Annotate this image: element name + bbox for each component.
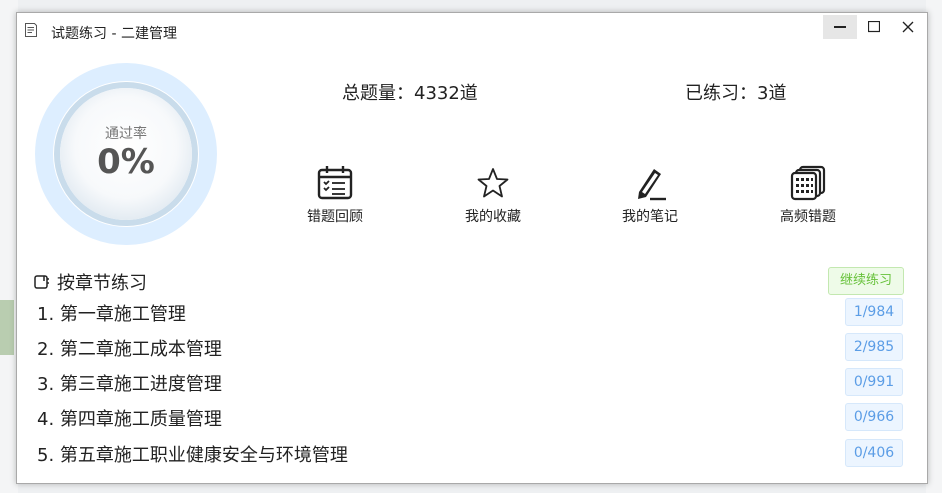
maximize-button[interactable] — [857, 15, 891, 39]
chapter-name: 4. 第四章施工质量管理 — [37, 409, 222, 430]
pass-rate-gauge: 通过率 0% — [35, 63, 217, 245]
chapter-name: 3. 第三章施工进度管理 — [37, 374, 222, 395]
wrong-review-button[interactable]: 错题回顾 — [275, 163, 395, 233]
chapter-name: 2. 第二章施工成本管理 — [37, 339, 222, 360]
total-questions: 总题量：4332道 — [342, 83, 478, 104]
chapter-name: 1. 第一章施工管理 — [37, 304, 186, 325]
window-title: 试题练习 - 二建管理 — [51, 26, 177, 42]
section-title: 按章节练习 — [57, 273, 147, 294]
close-icon — [902, 21, 914, 33]
maximize-icon — [868, 21, 880, 33]
notes-label: 我的笔记 — [622, 209, 678, 225]
continue-practice-button[interactable]: 继续练习 — [828, 267, 904, 295]
gauge-value: 0% — [97, 142, 155, 182]
chapter-section-header: 按章节练习 — [33, 269, 147, 295]
chapter-item[interactable]: 5. 第五章施工职业健康安全与环境管理 0/406 — [17, 436, 927, 471]
chapter-item[interactable]: 1. 第一章施工管理 1/984 — [17, 295, 927, 330]
favorites-button[interactable]: 我的收藏 — [433, 163, 553, 233]
chapter-item[interactable]: 2. 第二章施工成本管理 2/985 — [17, 330, 927, 365]
favorites-label: 我的收藏 — [465, 209, 521, 225]
chapter-progress-badge: 0/966 — [845, 403, 903, 431]
background-app-right-edge — [926, 0, 942, 493]
wrong-review-label: 错题回顾 — [307, 209, 363, 225]
gauge-label: 通过率 — [105, 126, 147, 142]
practiced-count: 已练习：3道 — [685, 83, 787, 104]
chapter-item[interactable]: 4. 第四章施工质量管理 0/966 — [17, 400, 927, 435]
practice-window: 试题练习 - 二建管理 通过率 0% 总题量：4332道 已练习：3道 错题回顾… — [16, 12, 928, 484]
chapter-name: 5. 第五章施工职业健康安全与环境管理 — [37, 445, 348, 466]
frequent-errors-label: 高频错题 — [780, 209, 836, 225]
app-document-icon — [25, 23, 37, 37]
minimize-button[interactable] — [823, 15, 857, 39]
star-icon — [477, 168, 509, 198]
chapter-progress-badge: 1/984 — [845, 298, 903, 326]
frequent-errors-button[interactable]: 高频错题 — [748, 163, 868, 233]
calendar-checklist-icon — [317, 166, 353, 200]
chapter-progress-badge: 0/406 — [845, 439, 903, 467]
chapter-item[interactable]: 3. 第三章施工进度管理 0/991 — [17, 365, 927, 400]
minimize-icon — [834, 26, 846, 28]
stacked-grid-icon — [790, 165, 826, 201]
background-app-highlight — [0, 300, 14, 355]
notebook-icon — [34, 275, 49, 289]
chapter-progress-badge: 2/985 — [845, 333, 903, 361]
pen-note-icon — [638, 169, 666, 201]
title-bar[interactable]: 试题练习 - 二建管理 — [17, 13, 927, 47]
chapter-progress-badge: 0/991 — [845, 368, 903, 396]
close-button[interactable] — [891, 15, 925, 39]
notes-button[interactable]: 我的笔记 — [590, 163, 710, 233]
